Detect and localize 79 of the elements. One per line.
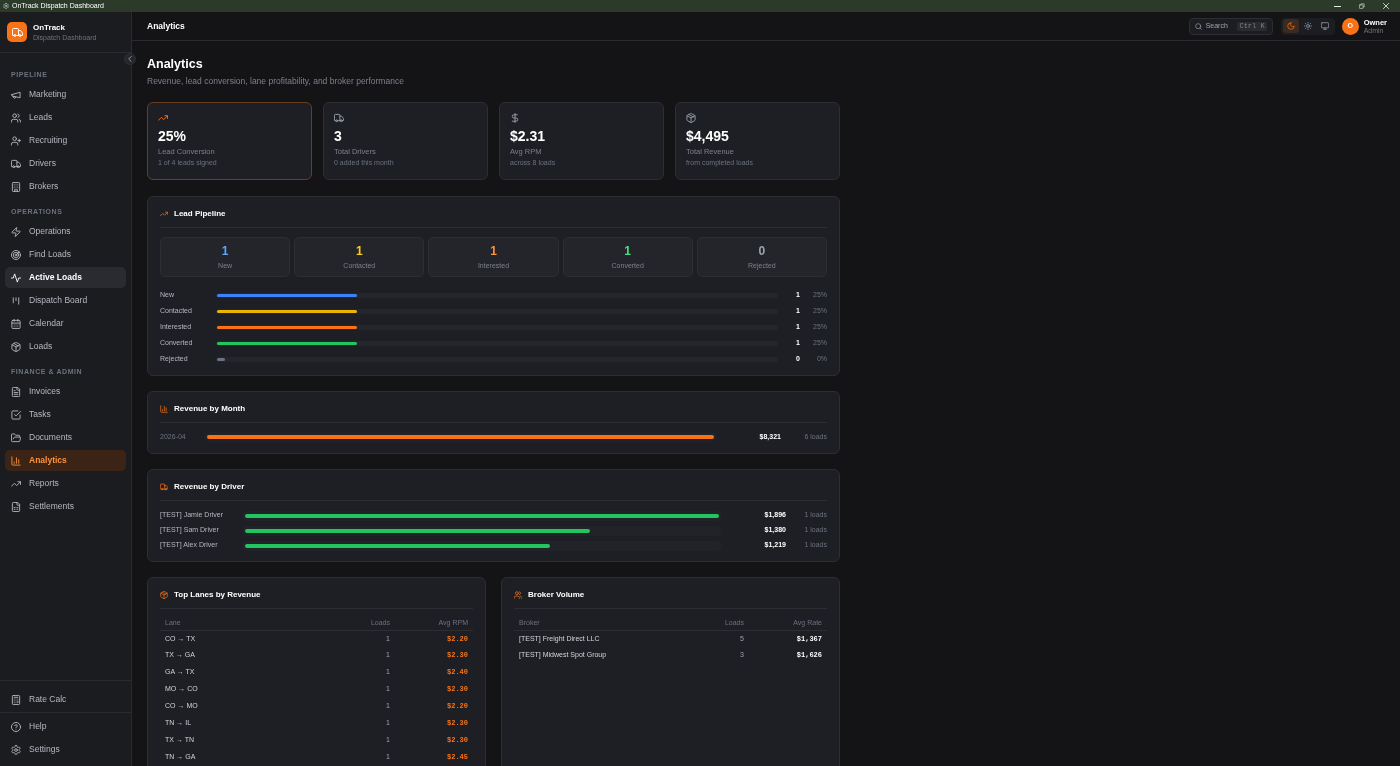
radar-icon [11, 249, 21, 260]
building-icon [11, 181, 21, 192]
bar-chart-icon [160, 405, 168, 413]
nav-item[interactable]: Find Loads [5, 244, 126, 265]
stage-count: 1 [490, 244, 497, 258]
stat-value: $4,495 [686, 128, 730, 145]
folder-icon [11, 432, 21, 443]
calculator-icon [11, 694, 21, 705]
nav-item[interactable]: Settlements [5, 496, 126, 517]
users-icon [11, 112, 21, 123]
gear-icon [3, 3, 9, 9]
nav-item[interactable]: Dispatch Board [5, 290, 126, 311]
users-icon [514, 591, 522, 599]
nav-item[interactable]: Analytics [5, 450, 126, 471]
nav-item[interactable]: Operations [5, 221, 126, 242]
close-icon[interactable] [1383, 3, 1389, 9]
nav-item[interactable]: Loads [5, 336, 126, 357]
nav-item[interactable]: Settings [5, 739, 126, 760]
help-icon [11, 721, 21, 732]
nav-item[interactable]: Recruiting [5, 130, 126, 151]
card-title: Lead Pipeline [174, 209, 226, 219]
columns-icon [11, 295, 21, 306]
card-title: Broker Volume [528, 590, 585, 600]
box-icon [160, 591, 168, 599]
stage-count: 1 [221, 244, 229, 258]
nav-item[interactable]: Invoices [5, 381, 126, 402]
spreadsheet-icon [11, 501, 21, 512]
nav-item[interactable]: Documents [5, 427, 126, 448]
calendar-icon [11, 318, 21, 329]
nav-item[interactable]: Marketing [5, 84, 126, 105]
checkbox-icon [11, 409, 21, 420]
trend-up-icon [158, 113, 168, 123]
chevron-left-icon [128, 56, 132, 62]
nav-item[interactable]: Reports [5, 473, 126, 494]
user-plus-icon [11, 135, 21, 146]
dark-mode-button[interactable] [1282, 19, 1299, 33]
monitor-icon [1320, 22, 1329, 30]
card-title: Revenue by Driver [174, 482, 245, 492]
settings-icon [11, 744, 21, 755]
box-icon [11, 341, 21, 352]
truck-icon [160, 483, 168, 491]
collapse-button[interactable] [124, 53, 136, 65]
page-heading: Analytics [147, 57, 204, 72]
stat-value: 25% [158, 128, 188, 145]
nav-item[interactable]: Active Loads [5, 267, 126, 288]
search-icon [1194, 22, 1202, 30]
stat-value: $2.31 [510, 128, 547, 145]
stat-value: 3 [334, 128, 343, 145]
megaphone-icon [11, 89, 21, 100]
nav-item[interactable]: Brokers [5, 176, 126, 197]
stage-count: 1 [624, 244, 632, 258]
lightning-icon [11, 226, 21, 237]
bar-chart-icon [11, 455, 21, 466]
truck-icon [334, 113, 344, 123]
nav-item[interactable]: Rate Calc [5, 689, 126, 710]
stage-count: 1 [355, 244, 363, 258]
sun-icon [1303, 22, 1312, 30]
dollar-icon [510, 113, 520, 123]
page-subtitle: Revenue, lead conversion, lane profitability, and broker performance [147, 76, 405, 87]
nav-item[interactable]: Tasks [5, 404, 126, 425]
nav-item[interactable]: Drivers [5, 153, 126, 174]
pulse-icon [11, 272, 21, 283]
nav-item[interactable]: Help [5, 716, 126, 737]
trend-up-icon [11, 478, 21, 489]
trend-up-icon [160, 210, 168, 218]
document-icon [11, 386, 21, 397]
brand-name: OnTrack [33, 22, 66, 33]
truck-icon [11, 158, 21, 169]
truck-logo-icon [7, 22, 27, 42]
nav-item[interactable]: Leads [5, 107, 126, 128]
box-icon [686, 113, 696, 123]
minimize-icon[interactable] [1334, 5, 1341, 7]
page-title: Analytics [147, 19, 185, 33]
restore-icon[interactable] [1359, 3, 1365, 9]
moon-icon [1286, 22, 1295, 30]
nav-item[interactable]: Calendar [5, 313, 126, 334]
card-title: Top Lanes by Revenue [174, 590, 261, 600]
card-title: Revenue by Month [174, 404, 246, 414]
stage-count: 0 [758, 244, 766, 258]
